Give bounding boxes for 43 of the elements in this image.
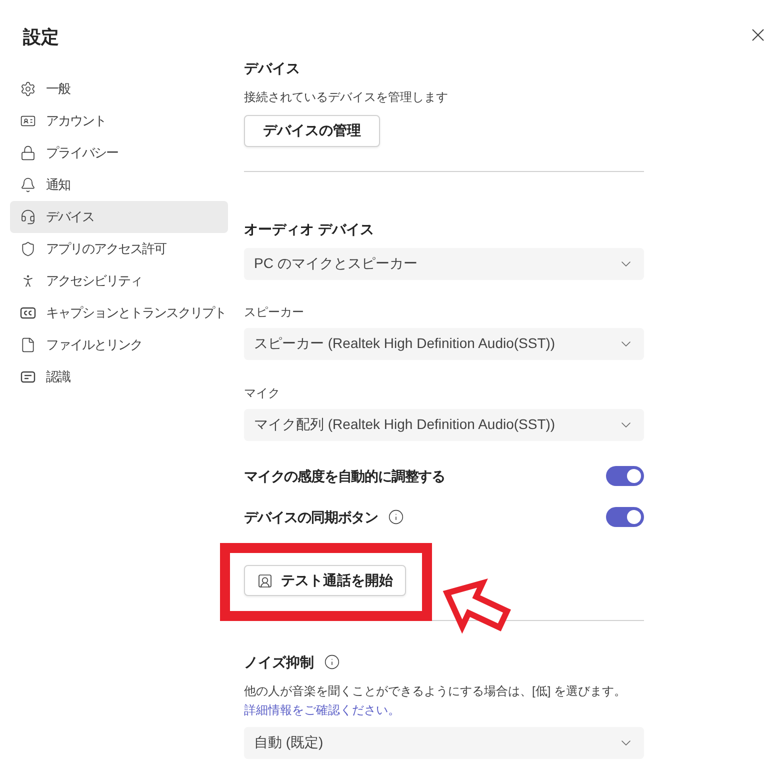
lock-icon: [20, 145, 36, 161]
shield-icon: [20, 241, 36, 257]
sidebar-item[interactable]: アカウント: [10, 105, 228, 137]
closed-captions-icon: [20, 305, 36, 321]
sidebar-item[interactable]: デバイス: [10, 201, 228, 233]
bell-icon: [20, 177, 36, 193]
sidebar-item[interactable]: プライバシー: [10, 137, 228, 169]
close-icon[interactable]: [752, 29, 764, 41]
contact-icon: [257, 572, 273, 588]
section-title: デバイス: [244, 59, 301, 78]
file-icon: [20, 337, 36, 353]
toggle-switch[interactable]: [606, 466, 644, 486]
sidebar-item[interactable]: 通知: [10, 169, 228, 201]
info-icon[interactable]: [388, 509, 404, 525]
sidebar-item[interactable]: アプリのアクセス許可: [10, 233, 228, 265]
section-title: オーディオ デバイス: [244, 220, 375, 239]
settings-icon: [20, 81, 36, 97]
noise-description: 他の人が音楽を聞くことができるようにする場合は、[低] を選びます。 詳細情報をご確認ください。: [244, 683, 628, 719]
section-title: ノイズ抑制: [244, 653, 314, 672]
section-description: 接続されているデバイスを管理します: [244, 89, 449, 106]
manage-devices-button[interactable]: デバイスの管理: [244, 115, 380, 147]
window-title: 設定: [23, 26, 60, 48]
dropdown[interactable]: スピーカー (Realtek High Definition Audio(SST)): [244, 328, 644, 360]
arrow-icon: [443, 579, 511, 631]
id-card-icon: [20, 113, 36, 129]
sidebar-item[interactable]: キャプションとトランスクリプト: [10, 297, 228, 329]
toggle-label: デバイスの同期ボタン: [244, 508, 378, 527]
dropdown[interactable]: PC のマイクとスピーカー: [244, 248, 644, 280]
toggle-label: マイクの感度を自動的に調整する: [244, 467, 446, 486]
test-call-button[interactable]: テスト通話を開始: [244, 565, 406, 596]
field-label: マイク: [244, 385, 281, 402]
sidebar-item[interactable]: 一般: [10, 73, 228, 105]
sidebar-item[interactable]: 認識: [10, 361, 228, 393]
sidebar-item[interactable]: アクセシビリティ: [10, 265, 228, 297]
learn-more-link[interactable]: 詳細情報をご確認ください。: [244, 703, 400, 717]
info-icon[interactable]: [324, 654, 340, 670]
field-label: スピーカー: [244, 304, 305, 321]
dropdown[interactable]: 自動 (既定): [244, 727, 644, 759]
headset-icon: [20, 209, 36, 225]
text-box-icon: [20, 369, 36, 385]
toggle-switch[interactable]: [606, 507, 644, 527]
sidebar-item[interactable]: ファイルとリンク: [10, 329, 228, 361]
dropdown[interactable]: マイク配列 (Realtek High Definition Audio(SST)): [244, 409, 644, 441]
